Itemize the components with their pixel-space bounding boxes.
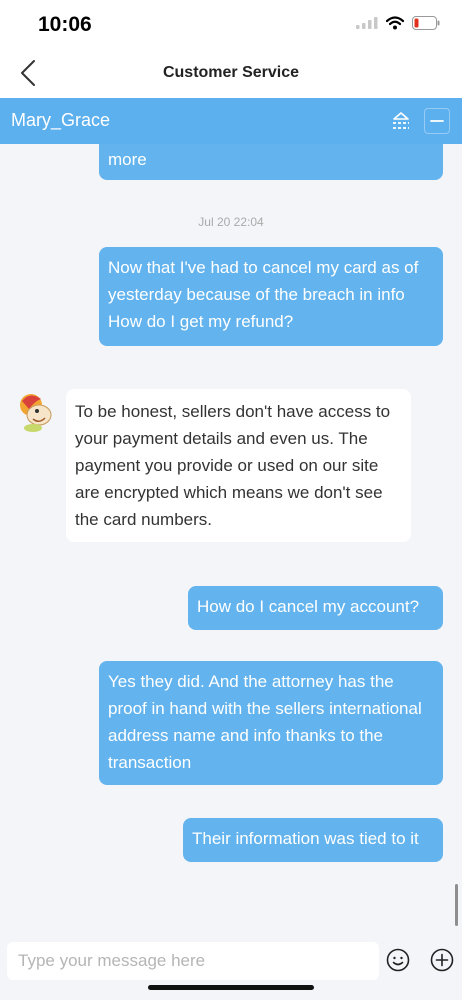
- message-text: To be honest, sellers don't have access …: [75, 402, 391, 529]
- message-input[interactable]: Type your message here: [7, 942, 379, 980]
- wifi-icon: [386, 16, 404, 30]
- status-time: 10:06: [38, 13, 92, 36]
- message-text: Yes they did. And the attorney has the p…: [108, 672, 422, 772]
- message-input-placeholder: Type your message here: [18, 951, 206, 970]
- status-icons: [356, 16, 440, 30]
- nav-bar: Customer Service: [0, 48, 462, 98]
- message-bubble-outgoing: Yes they did. And the attorney has the p…: [99, 661, 443, 785]
- status-bar: 10:06: [0, 0, 462, 48]
- message-bubble-outgoing: more: [99, 144, 443, 180]
- battery-icon: [412, 16, 440, 30]
- chat-area[interactable]: more Jul 20 22:04 Now that I've had to c…: [0, 144, 462, 934]
- message-bubble-outgoing: Now that I've had to cancel my card as o…: [99, 247, 443, 346]
- emoji-icon[interactable]: [386, 948, 410, 972]
- message-text: How do I cancel my account?: [197, 597, 420, 616]
- signal-icon: [356, 17, 378, 29]
- page-title: Customer Service: [162, 64, 300, 81]
- message-bubble-incoming: To be honest, sellers don't have access …: [66, 389, 411, 542]
- message-text: Now that I've had to cancel my card as o…: [108, 258, 419, 331]
- message-text: more: [108, 150, 147, 169]
- minimize-icon: [430, 120, 444, 122]
- home-indicator: [148, 985, 314, 990]
- avatar: [20, 394, 52, 432]
- message-bubble-outgoing: Their information was tied to it: [183, 818, 443, 862]
- agent-name: Mary_Grace: [11, 110, 111, 130]
- minimize-button[interactable]: [424, 108, 450, 134]
- composer-bar: Type your message here: [0, 934, 462, 1000]
- message-bubble-outgoing: How do I cancel my account?: [188, 586, 443, 630]
- plus-icon[interactable]: [430, 948, 454, 972]
- message-text: Their information was tied to it: [192, 829, 419, 848]
- queue-icon[interactable]: [390, 111, 412, 131]
- message-timestamp: Jul 20 22:04: [198, 215, 264, 229]
- agent-bar: Mary_Grace: [0, 98, 462, 144]
- chat-scrollbar[interactable]: [455, 884, 458, 926]
